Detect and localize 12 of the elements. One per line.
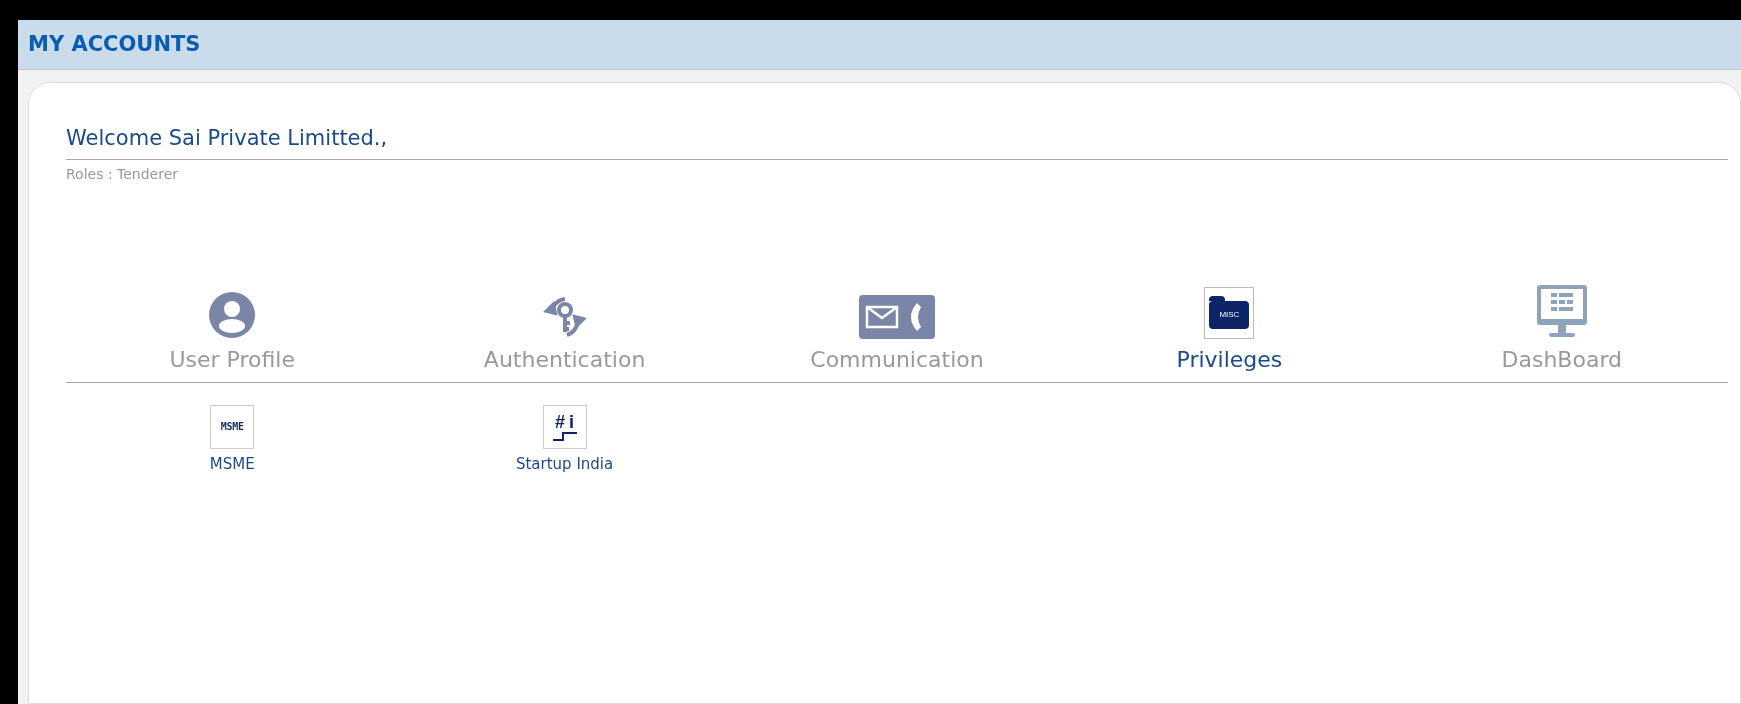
category-tab[interactable]: MISC Privileges <box>1063 275 1396 376</box>
user-icon <box>208 290 257 339</box>
welcome-heading: Welcome Sai Private Limitted., <box>66 126 388 150</box>
privilege-link[interactable]: MSME <box>209 452 255 475</box>
folder-label: MISC <box>1219 311 1240 319</box>
roles-text: Roles : Tenderer <box>66 165 179 182</box>
monitor-icon <box>1536 284 1587 339</box>
privilege-link[interactable]: Startup India <box>515 452 614 475</box>
mail-phone-icon <box>859 294 935 339</box>
page-title: MY ACCOUNTS <box>28 30 201 58</box>
msme-logo[interactable]: MSME <box>210 404 255 449</box>
startup-logo[interactable]: # i <box>542 404 587 449</box>
